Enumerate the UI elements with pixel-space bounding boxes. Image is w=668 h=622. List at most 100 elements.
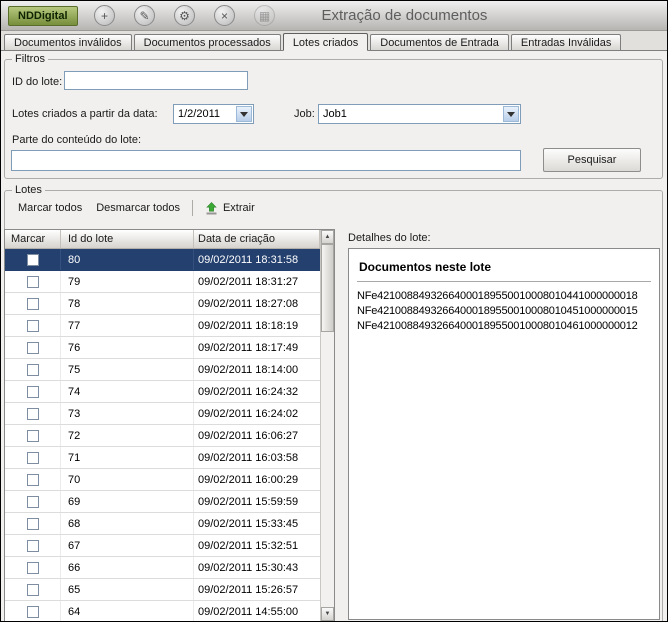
deselect-all-button[interactable]: Desmarcar todos	[89, 199, 187, 217]
tab-entradas-invalidas[interactable]: Entradas Inválidas	[511, 34, 622, 50]
document-key: NFe4210088493266400018955001000801045100…	[357, 304, 651, 319]
row-checkbox[interactable]	[27, 540, 39, 552]
tab-documentos-de-entrada[interactable]: Documentos de Entrada	[370, 34, 509, 50]
date-filter-combo[interactable]: 1/2/2011	[173, 104, 254, 124]
row-checkbox[interactable]	[27, 386, 39, 398]
document-key: NFe4210088493266400018955001000801044100…	[357, 289, 651, 304]
lote-id-cell: 78	[61, 293, 194, 314]
table-row[interactable]: 6909/02/2011 15:59:59	[5, 491, 320, 513]
marcar-cell	[5, 469, 61, 490]
row-checkbox[interactable]	[27, 342, 39, 354]
extract-button[interactable]: Extrair	[198, 199, 262, 218]
lote-id-cell: 70	[61, 469, 194, 490]
row-checkbox[interactable]	[27, 518, 39, 530]
row-checkbox[interactable]	[27, 452, 39, 464]
row-checkbox[interactable]	[27, 584, 39, 596]
lotes-toolbar: Marcar todos Desmarcar todos Extrair	[11, 197, 262, 219]
table-row[interactable]: 7909/02/2011 18:31:27	[5, 271, 320, 293]
row-checkbox[interactable]	[27, 408, 39, 420]
nddigital-logo[interactable]: NDDigital	[8, 6, 78, 26]
table-row[interactable]: 7609/02/2011 18:17:49	[5, 337, 320, 359]
row-checkbox[interactable]	[27, 562, 39, 574]
row-checkbox[interactable]	[27, 254, 39, 266]
scroll-down-icon: ▼	[325, 611, 331, 617]
job-filter-combo[interactable]: Job1	[318, 104, 521, 124]
marcar-cell	[5, 271, 61, 292]
column-header-marcar[interactable]: Marcar	[5, 230, 61, 248]
table-row[interactable]: 7709/02/2011 18:18:19	[5, 315, 320, 337]
lote-date-cell: 09/02/2011 18:18:19	[194, 315, 320, 336]
table-row[interactable]: 6409/02/2011 14:55:00	[5, 601, 320, 621]
table-row[interactable]: 7109/02/2011 16:03:58	[5, 447, 320, 469]
table-row[interactable]: 6509/02/2011 15:26:57	[5, 579, 320, 601]
scroll-up-button[interactable]: ▲	[321, 230, 334, 244]
lote-id-cell: 77	[61, 315, 194, 336]
scrollbar-track[interactable]	[321, 244, 334, 607]
date-filter-value: 1/2/2011	[178, 108, 220, 120]
scrollbar-thumb[interactable]	[321, 244, 334, 332]
lote-id-cell: 76	[61, 337, 194, 358]
content-area: Filtros ID do lote: Lotes criados a part…	[1, 50, 667, 621]
table-row[interactable]: 6609/02/2011 15:30:43	[5, 557, 320, 579]
add-button[interactable]: +	[92, 3, 118, 29]
content-filter-input[interactable]	[11, 150, 521, 171]
document-list: NFe4210088493266400018955001000801044100…	[357, 289, 651, 334]
close-circle-icon: ×	[214, 5, 235, 26]
table-row[interactable]: 7809/02/2011 18:27:08	[5, 293, 320, 315]
id-lote-input[interactable]	[64, 71, 248, 90]
lote-date-cell: 09/02/2011 16:24:32	[194, 381, 320, 402]
table-row[interactable]: 7509/02/2011 18:14:00	[5, 359, 320, 381]
row-checkbox[interactable]	[27, 276, 39, 288]
add-icon: +	[94, 5, 115, 26]
lote-date-cell: 09/02/2011 16:03:58	[194, 447, 320, 468]
table-row[interactable]: 6809/02/2011 15:33:45	[5, 513, 320, 535]
tab-lotes-criados[interactable]: Lotes criados	[283, 33, 368, 51]
details-panel: Documentos neste lote NFe421008849326640…	[348, 248, 660, 620]
lote-date-cell: 09/02/2011 15:32:51	[194, 535, 320, 556]
cancel-button[interactable]: ×	[212, 3, 238, 29]
table-row[interactable]: 7309/02/2011 16:24:02	[5, 403, 320, 425]
edit-button[interactable]: ✎	[132, 3, 158, 29]
lote-date-cell: 09/02/2011 15:33:45	[194, 513, 320, 534]
lote-id-cell: 75	[61, 359, 194, 380]
lote-id-cell: 73	[61, 403, 194, 424]
job-filter-label: Job:	[294, 108, 315, 120]
lote-date-cell: 09/02/2011 14:55:00	[194, 601, 320, 621]
export-icon: ▦	[254, 5, 275, 26]
table-row[interactable]: 8009/02/2011 18:31:58	[5, 249, 320, 271]
row-checkbox[interactable]	[27, 606, 39, 618]
row-checkbox[interactable]	[27, 474, 39, 486]
chevron-down-icon[interactable]	[236, 106, 252, 122]
marcar-cell	[5, 557, 61, 578]
row-checkbox[interactable]	[27, 364, 39, 376]
lotes-table: Marcar Id do lote Data de criação 8009/0…	[4, 229, 335, 621]
row-checkbox[interactable]	[27, 298, 39, 310]
lote-date-cell: 09/02/2011 16:24:02	[194, 403, 320, 424]
table-row[interactable]: 6709/02/2011 15:32:51	[5, 535, 320, 557]
row-checkbox[interactable]	[27, 430, 39, 442]
chevron-down-icon[interactable]	[503, 106, 519, 122]
row-checkbox[interactable]	[27, 320, 39, 332]
settings-button[interactable]: ⚙	[172, 3, 198, 29]
table-row[interactable]: 7009/02/2011 16:00:29	[5, 469, 320, 491]
table-scrollbar[interactable]: ▲ ▼	[320, 230, 334, 621]
scroll-down-button[interactable]: ▼	[321, 607, 334, 621]
column-header-data[interactable]: Data de criação	[194, 230, 320, 248]
gear-icon: ⚙	[174, 5, 195, 26]
tab-documentos-processados[interactable]: Documentos processados	[134, 34, 281, 50]
lote-id-cell: 68	[61, 513, 194, 534]
marcar-cell	[5, 249, 61, 270]
row-checkbox[interactable]	[27, 496, 39, 508]
table-row[interactable]: 7209/02/2011 16:06:27	[5, 425, 320, 447]
marcar-cell	[5, 403, 61, 424]
lote-id-cell: 79	[61, 271, 194, 292]
column-header-id[interactable]: Id do lote	[61, 230, 194, 248]
scroll-up-icon: ▲	[325, 234, 331, 240]
table-row[interactable]: 7409/02/2011 16:24:32	[5, 381, 320, 403]
lote-date-cell: 09/02/2011 15:30:43	[194, 557, 320, 578]
lote-date-cell: 09/02/2011 18:27:08	[194, 293, 320, 314]
select-all-button[interactable]: Marcar todos	[11, 199, 89, 217]
tab-documentos-invalidos[interactable]: Documentos inválidos	[4, 34, 132, 50]
search-button[interactable]: Pesquisar	[543, 148, 641, 172]
extract-icon	[205, 202, 218, 215]
